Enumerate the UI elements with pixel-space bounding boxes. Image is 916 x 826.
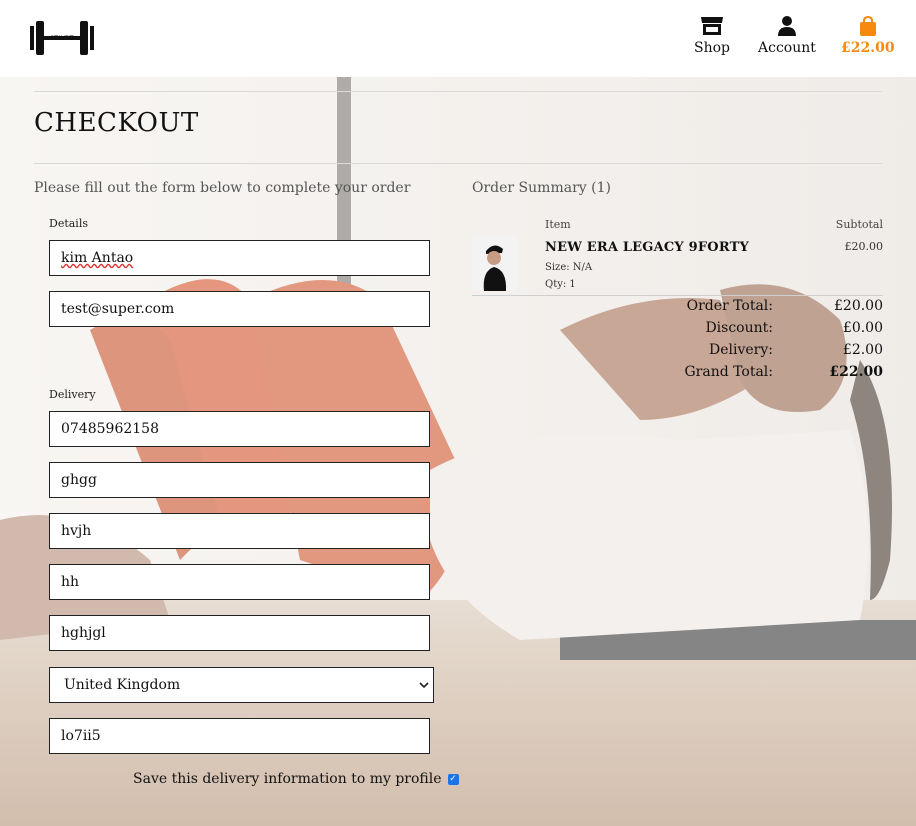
site-header: STAYFIT Shop Account £22.00 xyxy=(0,0,916,77)
postcode-field[interactable]: lo7ii5 xyxy=(49,718,430,754)
item-qty: Qty: 1 xyxy=(545,279,576,290)
nav-shop[interactable]: Shop xyxy=(694,14,730,56)
chevron-down-icon xyxy=(419,678,429,692)
country-value: United Kingdom xyxy=(64,677,181,693)
delivery-label: Delivery: xyxy=(709,342,773,358)
product-thumbnail[interactable] xyxy=(472,237,517,291)
save-info-row: Save this delivery information to my pro… xyxy=(133,771,459,787)
discount-value: £0.00 xyxy=(842,320,883,336)
checkout-page: CHECKOUT Please fill out the form below … xyxy=(0,0,916,826)
email-field[interactable]: test@super.com xyxy=(49,291,430,327)
bag-total: £22.00 xyxy=(841,40,895,56)
postcode-value: lo7ii5 xyxy=(61,728,101,744)
save-info-label: Save this delivery information to my pro… xyxy=(133,771,442,787)
street-address-1-field[interactable]: ghgg xyxy=(49,462,430,498)
grand-total-value: £22.00 xyxy=(829,364,883,380)
order-summary-heading: Order Summary (1) xyxy=(472,180,611,196)
street-address-2-value: hvjh xyxy=(61,523,92,539)
divider xyxy=(472,295,883,296)
nav-account-label: Account xyxy=(758,40,816,56)
logo-text: STAYFIT xyxy=(50,35,74,42)
page-title: CHECKOUT xyxy=(34,108,199,138)
user-icon xyxy=(777,14,796,36)
county-field[interactable]: hghjgl xyxy=(49,615,430,651)
delivery-legend: Delivery xyxy=(49,388,96,401)
street-address-2-field[interactable]: hvjh xyxy=(49,513,430,549)
order-total-label: Order Total: xyxy=(686,298,773,314)
col-item-label: Item xyxy=(545,218,571,231)
store-icon xyxy=(700,14,724,36)
save-info-checkbox[interactable]: ✓ xyxy=(447,773,459,785)
phone-value: 07485962158 xyxy=(61,421,159,437)
street-address-1-value: ghgg xyxy=(61,472,97,488)
order-total-value: £20.00 xyxy=(834,298,883,314)
item-size: Size: N/A xyxy=(545,262,593,273)
town-value: hh xyxy=(61,574,80,590)
item-name: NEW ERA LEGACY 9FORTY xyxy=(545,240,749,255)
logo[interactable]: STAYFIT xyxy=(30,20,94,56)
nav-shop-label: Shop xyxy=(694,40,730,56)
town-field[interactable]: hh xyxy=(49,564,430,600)
discount-label: Discount: xyxy=(705,320,773,336)
form-lead-text: Please fill out the form below to comple… xyxy=(34,180,411,196)
details-legend: Details xyxy=(49,217,88,230)
country-select[interactable]: United Kingdom xyxy=(49,667,434,703)
delivery-value: £2.00 xyxy=(842,342,883,358)
nav-bag[interactable]: £22.00 xyxy=(841,14,895,56)
divider xyxy=(34,91,882,92)
col-subtotal-label: Subtotal xyxy=(835,218,883,231)
full-name-field[interactable]: kim Antao xyxy=(49,240,430,276)
county-value: hghjgl xyxy=(61,625,106,641)
divider xyxy=(34,163,882,164)
nav-account[interactable]: Account xyxy=(758,14,816,56)
email-value: test@super.com xyxy=(61,301,175,317)
phone-field[interactable]: 07485962158 xyxy=(49,411,430,447)
full-name-value: kim Antao xyxy=(61,250,134,266)
shopping-bag-icon xyxy=(859,14,877,36)
grand-total-label: Grand Total: xyxy=(684,364,774,380)
item-subtotal: £20.00 xyxy=(844,240,884,253)
